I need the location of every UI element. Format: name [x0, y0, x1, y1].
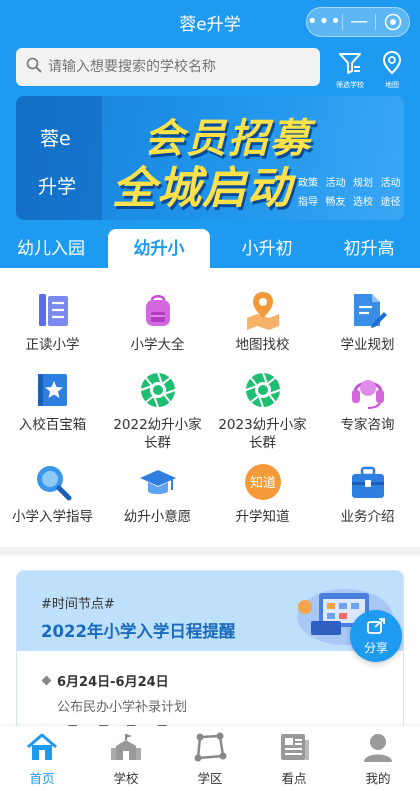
user-icon: [361, 732, 395, 766]
nav-profile-label: 我的: [365, 771, 391, 786]
minimize-icon[interactable]: —: [343, 8, 376, 36]
search-icon: [26, 57, 42, 77]
timeline-bullet: [41, 675, 52, 686]
grid-item-label: 幼升小意愿: [123, 509, 192, 525]
banner-tag: 政策: [298, 178, 318, 189]
banner-tag: 规划: [353, 178, 373, 189]
nav-school[interactable]: 学校: [84, 726, 168, 791]
filter-schools-label: 筛选学校: [336, 81, 364, 89]
stage-tabs: 幼儿入园 幼升小 小升初 初升高: [0, 229, 420, 269]
grid-item-parent-group-2023[interactable]: 2023幼升小家长群: [210, 368, 315, 452]
filter-icon: [337, 50, 363, 78]
grid-item-business-intro[interactable]: 业务介绍: [315, 460, 420, 526]
bottom-navigation: 首页 学校 学区 看点 我的: [0, 726, 420, 791]
banner-tag: 活动: [380, 178, 401, 189]
search-input[interactable]: [48, 59, 308, 75]
briefcase-icon: [346, 460, 390, 504]
share-button[interactable]: 分享: [350, 610, 402, 662]
filter-schools-button[interactable]: 筛选学校: [330, 48, 370, 89]
tab-primary-to-middle[interactable]: 小升初: [216, 229, 318, 269]
home-icon: [25, 732, 59, 766]
map-pin-icon: [379, 50, 405, 78]
grid-item-map-search[interactable]: 地图找校: [210, 288, 315, 354]
banner-tags: 政策 活动 规划 活动 指导 畅友 选校 途径: [298, 174, 404, 208]
grid-item-label: 2022幼升小家长群: [113, 417, 202, 451]
grid-item-treasure-box[interactable]: 入校百宝箱: [0, 368, 105, 434]
promo-banner[interactable]: 蓉e 升学 会员招募 全城启动 政策 活动 规划 活动 指导 畅友 选校 途径: [16, 96, 404, 220]
schedule-item-desc: 公布民办小学补录计划: [57, 700, 188, 715]
nav-home-label: 首页: [29, 771, 55, 786]
title-bar: 蓉e升学 ••• —: [0, 0, 420, 44]
document-edit-icon: [346, 288, 390, 332]
grid-item-enrolled-primary[interactable]: 正读小学: [0, 288, 105, 354]
shutter-icon: [241, 368, 285, 412]
grid-item-study-plan[interactable]: 学业规划: [315, 288, 420, 354]
grid-item-label: 地图找校: [235, 337, 290, 353]
banner-tag: 选校: [353, 197, 373, 208]
grid-item-label: 小学大全: [130, 337, 185, 353]
grid-item-label: 学业规划: [340, 337, 395, 353]
map-label: 地图: [385, 81, 399, 89]
nav-home[interactable]: 首页: [0, 726, 84, 791]
shutter-icon: [136, 368, 180, 412]
app-title: 蓉e升学: [179, 14, 241, 35]
nav-profile[interactable]: 我的: [336, 726, 420, 791]
district-polygon-icon: [193, 732, 227, 766]
headset-icon: [346, 368, 390, 412]
close-target-icon[interactable]: [376, 13, 409, 31]
nav-highlights[interactable]: 看点: [252, 726, 336, 791]
grid-item-label: 2023幼升小家长群: [218, 417, 307, 451]
schedule-title: 2022年小学入学日程提醒: [41, 622, 236, 641]
schedule-card-header: #时间节点# 2022年小学入学日程提醒: [17, 571, 403, 651]
grid-item-knowledge[interactable]: 知道 升学知道: [210, 460, 315, 526]
nav-highlights-label: 看点: [281, 771, 307, 786]
nav-district[interactable]: 学区: [168, 726, 252, 791]
grid-item-enrollment-guide[interactable]: 小学入学指导: [0, 460, 105, 526]
schedule-kicker: #时间节点#: [41, 597, 115, 612]
knowledge-icon: 知道: [241, 460, 285, 504]
grid-item-parent-group-2022[interactable]: 2022幼升小家长群: [105, 368, 210, 452]
grid-item-label: 业务介绍: [340, 509, 395, 525]
school-building-icon: [109, 732, 143, 766]
grid-item-label: 升学知道: [235, 509, 290, 525]
newspaper-icon: [277, 732, 311, 766]
section-divider: [0, 547, 420, 555]
tab-middle-to-high[interactable]: 初升高: [318, 229, 420, 269]
magnifier-icon: [31, 460, 75, 504]
share-icon: [366, 617, 386, 638]
banner-brand-panel: 蓉e 升学: [16, 96, 102, 220]
schedule-card[interactable]: #时间节点# 2022年小学入学日程提醒 6月24日-6月24日 公布民办小学补…: [16, 570, 404, 740]
more-icon[interactable]: •••: [307, 8, 342, 36]
banner-tag: 活动: [325, 178, 346, 189]
nav-district-label: 学区: [197, 771, 223, 786]
grid-item-label: 小学入学指导: [12, 509, 93, 525]
schedule-item-date: 6月24日-6月24日: [57, 675, 169, 690]
grid-item-primary-list[interactable]: 小学大全: [105, 288, 210, 354]
map-location-icon: [241, 288, 285, 332]
tab-kindergarten[interactable]: 幼儿入园: [0, 229, 102, 269]
grid-item-expert-consult[interactable]: 专家咨询: [315, 368, 420, 434]
grid-item-label: 入校百宝箱: [18, 417, 87, 433]
banner-brand-line2: 升学: [38, 176, 77, 198]
banner-tag: 畅友: [325, 197, 346, 208]
star-book-icon: [31, 368, 75, 412]
map-button[interactable]: 地图: [372, 48, 412, 89]
grid-item-label: 正读小学: [25, 337, 80, 353]
search-bar[interactable]: [16, 48, 320, 86]
banner-brand-line1: 蓉e: [40, 128, 71, 150]
backpack-icon: [136, 288, 180, 332]
grid-item-label: 专家咨询: [340, 417, 395, 433]
grid-item-intention[interactable]: 幼升小意愿: [105, 460, 210, 526]
graduation-cap-icon: [136, 460, 180, 504]
svg-text:知道: 知道: [249, 475, 275, 491]
banner-tag: 指导: [298, 197, 318, 208]
miniapp-capsule: ••• —: [306, 7, 410, 37]
book-list-icon: [31, 288, 75, 332]
share-label: 分享: [363, 641, 388, 655]
tab-kindergarten-to-primary[interactable]: 幼升小: [108, 229, 210, 269]
banner-headline-2: 全城启动: [112, 163, 292, 214]
nav-school-label: 学校: [113, 771, 139, 786]
banner-tag: 途径: [380, 197, 401, 208]
